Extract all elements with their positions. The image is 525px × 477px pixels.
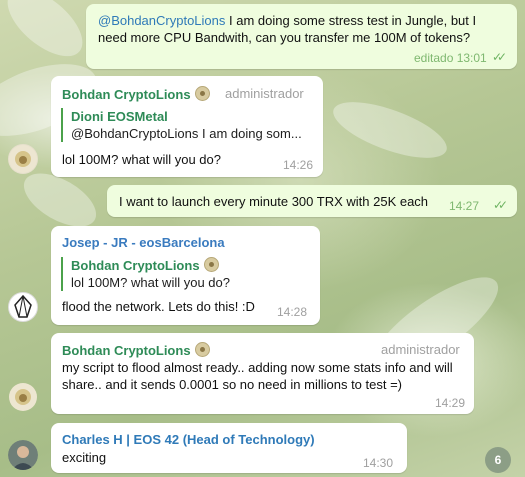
sender-name[interactable]: Bohdan CryptoLions (62, 342, 210, 358)
message-bubble-incoming[interactable]: Charles H | EOS 42 (Head of Technology) … (51, 423, 407, 473)
sender-name[interactable]: Bohdan CryptoLions (62, 86, 210, 102)
mention-link[interactable]: @BohdanCryptoLions (98, 13, 225, 28)
message-time: editado 13:01 (414, 51, 487, 65)
lion-avatar-icon (194, 86, 210, 101)
admin-label: administrador (225, 86, 304, 101)
sender-name[interactable]: Josep - JR - eosBarcelona (62, 235, 225, 250)
avatar-josep[interactable] (8, 292, 38, 322)
message-text: flood the network. Lets do this! :D (62, 299, 255, 314)
message-time: 14:30 (363, 456, 394, 470)
message-time: 14:29 (435, 396, 466, 410)
background-petal (326, 90, 454, 170)
sender-name[interactable]: Charles H | EOS 42 (Head of Technology) (62, 432, 315, 447)
message-bubble-incoming[interactable]: Josep - JR - eosBarcelona Bohdan CryptoL… (51, 226, 320, 325)
reply-text: @BohdanCryptoLions I am doing som... (71, 126, 302, 141)
message-text: @BohdanCryptoLions I am doing some stres… (98, 13, 477, 45)
lion-avatar-icon (9, 383, 37, 411)
message-text: exciting (62, 450, 107, 465)
avatar-charles[interactable] (8, 440, 38, 470)
message-time: 14:27 (449, 199, 480, 213)
lion-avatar-icon (9, 145, 37, 173)
double-check-icon: ✓✓ (492, 50, 507, 64)
message-text: I want to launch every minute 300 TRX wi… (119, 194, 429, 209)
unread-count-badge[interactable]: 6 (485, 447, 511, 473)
background-petal (0, 0, 94, 69)
reply-text: lol 100M? what will you do? (71, 275, 230, 290)
message-bubble-incoming[interactable]: Bohdan CryptoLions administrador Dioni E… (51, 76, 323, 177)
double-check-icon: ✓✓ (493, 198, 508, 212)
user-photo-avatar (8, 440, 38, 470)
message-bubble-outgoing[interactable]: @BohdanCryptoLions I am doing some stres… (86, 4, 517, 69)
message-text: my script to flood almost ready.. adding… (62, 360, 453, 392)
reply-quote[interactable]: Dioni EOSMetal @BohdanCryptoLions I am d… (61, 108, 302, 142)
lion-avatar-icon (194, 342, 210, 357)
message-text: lol 100M? what will you do? (62, 152, 221, 167)
message-bubble-incoming[interactable]: Bohdan CryptoLions administrador my scri… (51, 333, 474, 414)
eos-logo-avatar (14, 294, 32, 318)
admin-label: administrador (381, 342, 460, 357)
message-time: 14:26 (283, 158, 314, 172)
lion-avatar-icon (203, 257, 219, 272)
reply-sender: Bohdan CryptoLions (71, 257, 230, 274)
reply-sender: Dioni EOSMetal (71, 109, 168, 124)
message-bubble-outgoing[interactable]: I want to launch every minute 300 TRX wi… (107, 185, 517, 217)
avatar-bohdan[interactable] (8, 144, 38, 174)
avatar-bohdan[interactable] (8, 382, 38, 412)
message-time: 14:28 (277, 305, 308, 319)
reply-quote[interactable]: Bohdan CryptoLions lol 100M? what will y… (61, 257, 230, 291)
